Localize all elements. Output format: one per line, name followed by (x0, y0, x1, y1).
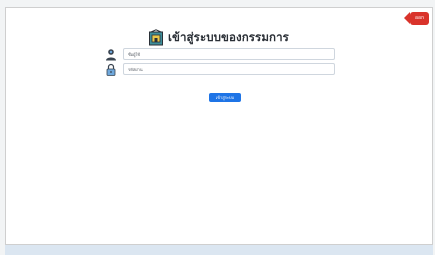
user-icon (106, 48, 116, 60)
lock-icon (106, 63, 116, 76)
username-row (105, 47, 335, 61)
page-title: เข้าสู่ระบบของกรรมการ (148, 27, 289, 49)
bottom-strip (5, 245, 433, 255)
exit-button[interactable]: ออก (404, 12, 429, 25)
username-input[interactable] (123, 48, 335, 60)
page-title-text: เข้าสู่ระบบของกรรมการ (168, 30, 289, 44)
building-login-icon (149, 29, 163, 46)
password-row (105, 62, 335, 76)
login-button[interactable]: เข้าสู่ระบบ (209, 93, 241, 102)
password-input[interactable] (123, 63, 335, 75)
